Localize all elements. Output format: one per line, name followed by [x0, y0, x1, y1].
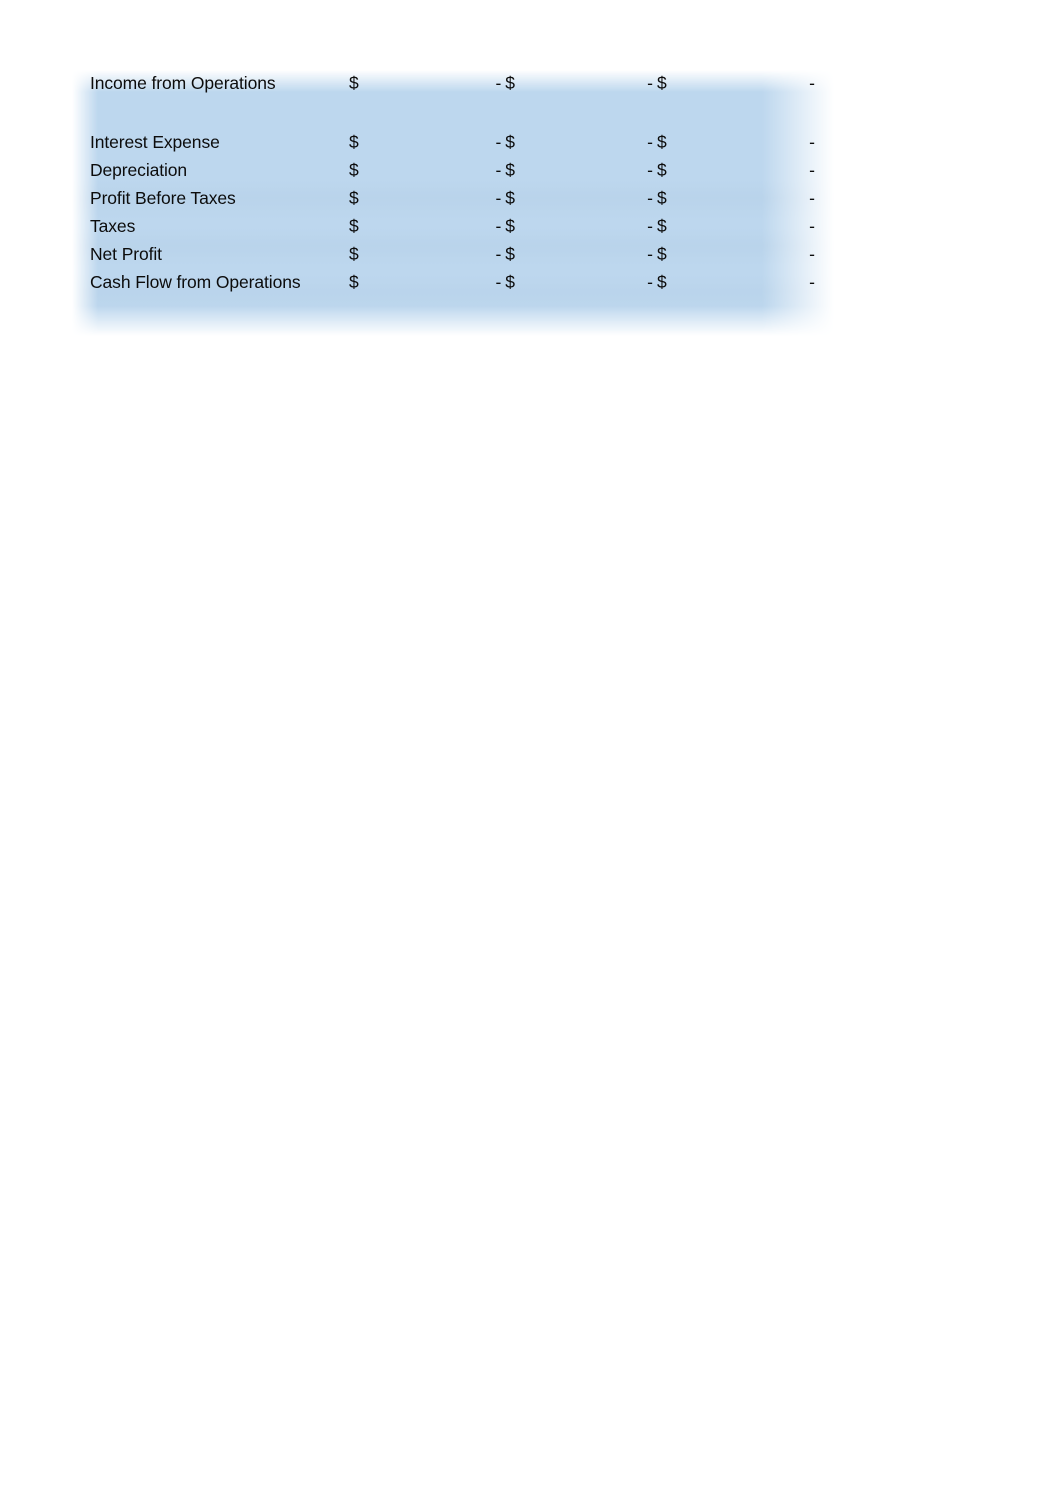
cell-value-year1[interactable]: - [370, 269, 505, 297]
cell-value-year1[interactable]: - [370, 157, 505, 185]
cell-value-year2[interactable]: - [527, 185, 657, 213]
table-row[interactable]: Taxes $ - $ - $ - [72, 213, 838, 241]
cell-value-year3[interactable]: - [678, 269, 838, 297]
row-label: Profit Before Taxes [90, 188, 236, 209]
row-label: Interest Expense [90, 132, 220, 153]
currency-symbol [657, 98, 678, 129]
table-row[interactable]: Interest Expense $ - $ - $ - [72, 129, 838, 157]
currency-symbol: $ [505, 188, 516, 209]
currency-symbol: $ [656, 272, 667, 293]
row-label: Cash Flow from Operations [90, 272, 301, 293]
row-label: Taxes [90, 216, 136, 237]
currency-symbol [349, 98, 370, 129]
cell-value-year1[interactable]: - [370, 70, 505, 98]
cell-value-year3[interactable]: - [678, 241, 838, 269]
cell-value-year2[interactable]: - [527, 269, 657, 297]
cell-value-year3[interactable]: - [678, 213, 838, 241]
cell-value-year2[interactable]: - [527, 157, 657, 185]
currency-symbol: $ [656, 188, 667, 209]
currency-symbol: $ [505, 244, 516, 265]
cell-value-year3[interactable] [678, 98, 838, 129]
cell-value-year3[interactable]: - [678, 157, 838, 185]
cell-value-year3[interactable]: - [678, 185, 838, 213]
table-body: Income from Operations $ - $ - $ - Inter… [72, 70, 838, 297]
table-row[interactable]: Net Profit $ - $ - $ - [72, 241, 838, 269]
cell-value-year1[interactable] [370, 98, 505, 129]
currency-symbol: $ [656, 73, 667, 94]
currency-symbol: $ [348, 216, 359, 237]
financial-statement-fragment: Income from Operations $ - $ - $ - Inter… [72, 70, 838, 338]
table-row[interactable]: Depreciation $ - $ - $ - [72, 157, 838, 185]
currency-symbol: $ [505, 132, 516, 153]
currency-symbol: $ [505, 160, 516, 181]
table-row[interactable]: Profit Before Taxes $ - $ - $ - [72, 185, 838, 213]
financial-summary-table: Income from Operations $ - $ - $ - Inter… [72, 70, 838, 297]
row-label: Net Profit [90, 244, 162, 265]
currency-symbol: $ [348, 132, 359, 153]
currency-symbol: $ [656, 216, 667, 237]
row-label: Income from Operations [90, 73, 276, 94]
cell-value-year3[interactable]: - [678, 70, 838, 98]
currency-symbol [505, 98, 526, 129]
currency-symbol: $ [348, 73, 359, 94]
cell-value-year1[interactable]: - [370, 241, 505, 269]
table-row[interactable]: Income from Operations $ - $ - $ - [72, 70, 838, 98]
currency-symbol: $ [348, 272, 359, 293]
cell-value-year2[interactable] [527, 98, 657, 129]
cell-value-year1[interactable]: - [370, 185, 505, 213]
currency-symbol: $ [505, 73, 516, 94]
cell-value-year3[interactable]: - [678, 129, 838, 157]
currency-symbol: $ [348, 244, 359, 265]
cell-value-year2[interactable]: - [527, 241, 657, 269]
row-label: Depreciation [90, 160, 188, 181]
currency-symbol: $ [348, 188, 359, 209]
currency-symbol: $ [656, 244, 667, 265]
cell-value-year2[interactable]: - [527, 213, 657, 241]
currency-symbol: $ [505, 216, 516, 237]
cell-value-year2[interactable]: - [527, 129, 657, 157]
currency-symbol: $ [348, 160, 359, 181]
currency-symbol: $ [656, 160, 667, 181]
cell-value-year1[interactable]: - [370, 129, 505, 157]
row-label [72, 98, 349, 129]
table-row[interactable]: Cash Flow from Operations $ - $ - $ - [72, 269, 838, 297]
table-row-spacer[interactable] [72, 98, 838, 129]
currency-symbol: $ [656, 132, 667, 153]
currency-symbol: $ [505, 272, 516, 293]
cell-value-year2[interactable]: - [527, 70, 657, 98]
cell-value-year1[interactable]: - [370, 213, 505, 241]
